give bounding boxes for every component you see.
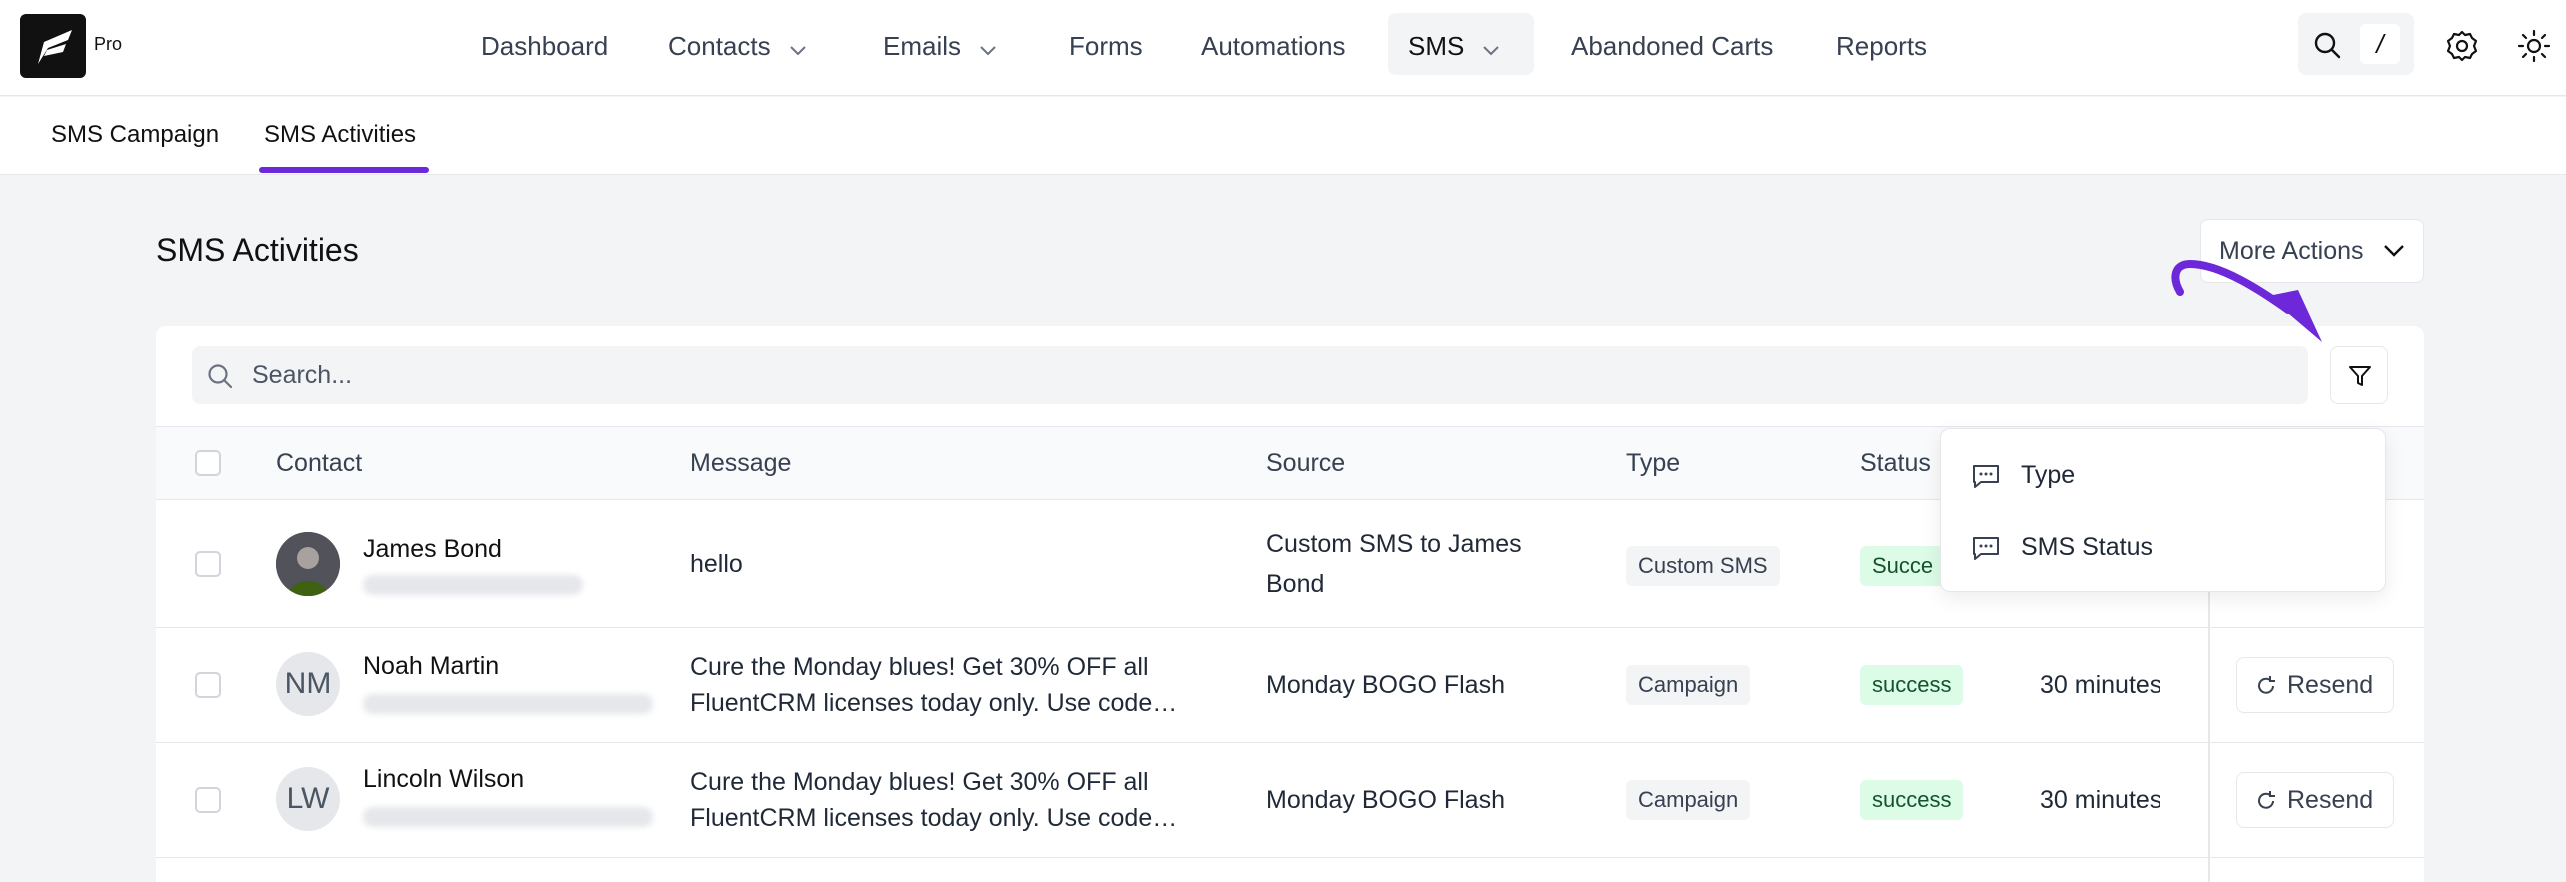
filter-option-label: Type (2021, 461, 2076, 489)
row-checkbox[interactable] (195, 787, 221, 813)
filter-option-label: SMS Status (2021, 533, 2153, 561)
filter-button[interactable] (2330, 346, 2388, 404)
top-navigation: Pro Dashboard Contacts Emails Forms Auto… (0, 0, 2566, 96)
nav-label: Automations (1201, 31, 1346, 61)
contact-email-redacted (363, 694, 653, 714)
logo-icon[interactable] (20, 14, 86, 78)
nav-item-automations[interactable]: Automations (1201, 28, 1346, 64)
refresh-icon (2258, 791, 2275, 809)
message-text: hello (690, 550, 743, 578)
search-icon (208, 364, 233, 389)
tab-sms-activities[interactable]: SMS Activities (264, 121, 416, 149)
nav-label: Dashboard (481, 31, 609, 61)
nav-item-forms[interactable]: Forms (1069, 28, 1143, 64)
chevron-down-icon (2384, 245, 2404, 257)
column-type[interactable]: Type (1626, 449, 1680, 478)
nav-label: Forms (1069, 31, 1143, 61)
source-text: Monday BOGO Flash (1266, 786, 1505, 814)
resend-button[interactable]: Resend (2236, 772, 2394, 828)
type-badge: Campaign (1626, 780, 1751, 820)
contact-name[interactable]: James Bond (363, 535, 502, 564)
sub-navigation: SMS Campaign SMS Activities (0, 97, 2566, 175)
chevron-down-icon (979, 30, 997, 66)
type-badge: Campaign (1626, 665, 1751, 705)
message-text: Cure the Monday blues! Get 30% OFF all (690, 653, 1149, 681)
activities-card: Contact Message Source Type Status James… (156, 326, 2424, 882)
chat-icon (1973, 537, 1999, 560)
column-message[interactable]: Message (690, 449, 791, 478)
contact-email-redacted (363, 575, 583, 595)
sun-icon[interactable] (2516, 28, 2552, 64)
select-all-checkbox[interactable] (195, 450, 221, 476)
chevron-down-icon (789, 30, 807, 66)
filter-option-sms-status[interactable]: SMS Status (1971, 527, 2153, 567)
avatar: LW (276, 767, 340, 831)
contact-email-redacted (363, 807, 653, 827)
nav-label: Contacts (668, 31, 771, 61)
row-checkbox[interactable] (195, 672, 221, 698)
time-text: 30 minutes ag (2040, 671, 2160, 699)
table-row[interactable]: NM Noah Martin Cure the Monday blues! Ge… (156, 628, 2424, 743)
nav-item-dashboard[interactable]: Dashboard (481, 28, 608, 64)
active-tab-indicator (259, 167, 429, 173)
column-contact[interactable]: Contact (276, 449, 362, 478)
tab-sms-campaign[interactable]: SMS Campaign (51, 121, 219, 149)
row-checkbox[interactable] (195, 551, 221, 577)
message-text: Cure the Monday blues! Get 30% OFF all (690, 768, 1149, 796)
contact-name[interactable]: Lincoln Wilson (363, 765, 524, 794)
table-row[interactable]: LW Lincoln Wilson Cure the Monday blues!… (156, 743, 2424, 858)
nav-item-emails[interactable]: Emails (883, 28, 997, 64)
resend-label: Resend (2287, 786, 2374, 814)
source-text-line2: Bond (1266, 570, 1325, 598)
status-badge: success (1860, 665, 1964, 705)
source-text: Monday BOGO Flash (1266, 671, 1505, 699)
chat-icon (1973, 465, 1999, 488)
search-icon (2314, 32, 2341, 59)
filter-dropdown: Type SMS Status (1940, 428, 2386, 592)
type-badge: Custom SMS (1626, 546, 1780, 586)
nav-item-abandoned-carts[interactable]: Abandoned Carts (1571, 28, 1773, 64)
search-input[interactable] (252, 346, 2152, 404)
source-text: Custom SMS to James (1266, 530, 1522, 558)
message-text-line2: FluentCRM licenses today only. Use code… (690, 804, 1178, 832)
search-field[interactable] (192, 346, 2308, 404)
arrow-annotation (2171, 259, 2322, 342)
nav-label: Abandoned Carts (1571, 31, 1774, 61)
nav-item-contacts[interactable]: Contacts (668, 28, 807, 64)
nav-item-sms[interactable]: SMS (1408, 28, 1500, 64)
message-text-line2: FluentCRM licenses today only. Use code… (690, 689, 1178, 717)
column-source[interactable]: Source (1266, 449, 1345, 478)
shortcut-key: / (2360, 24, 2400, 64)
status-badge: success (1860, 780, 1964, 820)
chevron-down-icon (1482, 30, 1500, 66)
nav-label: Reports (1836, 31, 1928, 61)
nav-item-reports[interactable]: Reports (1836, 28, 1927, 64)
resend-label: Resend (2287, 671, 2374, 699)
page-title: SMS Activities (156, 232, 359, 268)
time-text: 30 minutes ag (2040, 786, 2160, 814)
status-badge: Succe (1860, 546, 1946, 586)
refresh-icon (2258, 676, 2275, 694)
pro-badge: Pro (94, 34, 123, 54)
column-status[interactable]: Status (1860, 449, 1931, 478)
gear-icon[interactable] (2445, 29, 2479, 63)
filter-icon (2349, 366, 2371, 386)
contact-name[interactable]: Noah Martin (363, 652, 499, 681)
global-search-button[interactable]: / (2298, 13, 2414, 75)
resend-button[interactable]: Resend (2236, 657, 2394, 713)
avatar: NM (276, 652, 340, 716)
filter-option-type[interactable]: Type (1971, 455, 2075, 495)
nav-label: Emails (883, 31, 962, 61)
avatar (276, 532, 340, 596)
nav-label: SMS (1408, 31, 1465, 61)
